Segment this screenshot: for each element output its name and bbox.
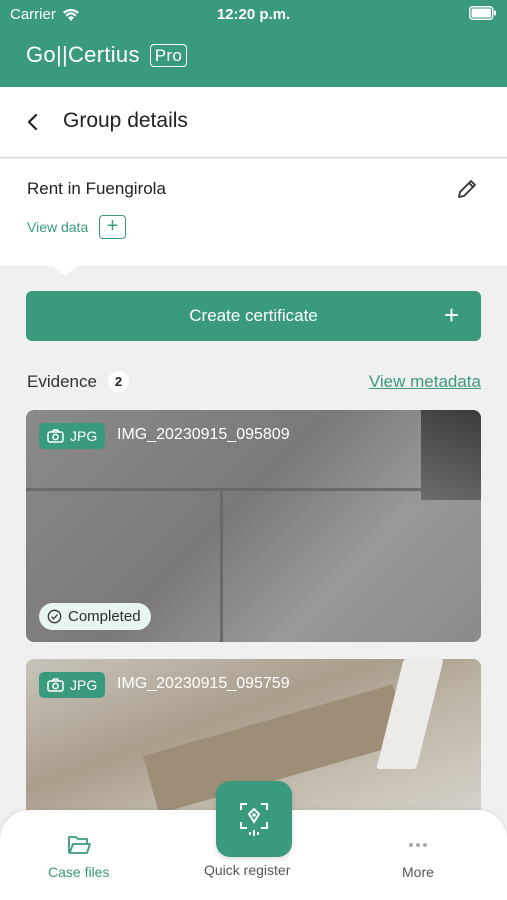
brand-name: Go||Certius <box>26 42 140 67</box>
page-header: Group details <box>0 87 507 158</box>
plus-icon: + <box>443 300 459 330</box>
check-circle-icon <box>47 609 62 624</box>
brand-logo: Go||Certius Pro <box>26 42 188 68</box>
more-dots-icon <box>408 843 427 847</box>
pro-badge: Pro <box>149 43 188 67</box>
battery-icon <box>469 6 497 24</box>
view-data-link[interactable]: View data <box>27 219 88 235</box>
file-type-tag: JPG <box>39 423 106 449</box>
evidence-filename: IMG_20230915_095759 <box>117 675 290 692</box>
status-time: 12:20 p.m. <box>216 6 291 23</box>
photo-texture <box>26 488 481 491</box>
quick-register-button[interactable] <box>216 781 292 857</box>
back-arrow-icon[interactable] <box>22 111 44 133</box>
tab-quick-register[interactable]: Quick register <box>204 862 290 878</box>
card-pointer <box>53 266 77 276</box>
folder-icon <box>67 836 91 854</box>
group-card: Rent in Fuengirola View data + <box>0 159 507 266</box>
page-title: Group details <box>63 109 188 132</box>
tab-more[interactable]: More <box>402 832 434 880</box>
tab-label: Case files <box>48 864 110 880</box>
camera-icon <box>47 678 64 692</box>
scan-register-icon <box>240 803 268 836</box>
file-type-tag: JPG <box>39 672 106 698</box>
tab-case-files[interactable]: Case files <box>48 832 109 880</box>
camera-icon <box>47 429 64 443</box>
evidence-card[interactable]: JPG IMG_20230915_095809 Completed <box>26 410 481 642</box>
file-type-label: JPG <box>70 677 98 693</box>
evidence-header: Evidence 2 View metadata <box>27 370 481 394</box>
expand-data-button[interactable]: + <box>99 215 126 239</box>
tab-label: Quick register <box>204 862 291 878</box>
group-name: Rent in Fuengirola <box>27 179 166 198</box>
evidence-label: Evidence <box>27 372 97 391</box>
status-label: Completed <box>68 608 141 625</box>
photo-texture <box>421 410 481 500</box>
status-bar: Carrier 12:20 p.m. <box>0 4 507 26</box>
photo-texture <box>220 488 223 642</box>
top-bar: Carrier 12:20 p.m. Go||Certius Pro <box>0 0 507 87</box>
create-certificate-label: Create certificate <box>189 306 318 325</box>
evidence-filename: IMG_20230915_095809 <box>117 426 290 443</box>
status-badge: Completed <box>39 603 151 630</box>
evidence-count-badge: 2 <box>108 371 129 392</box>
view-metadata-link[interactable]: View metadata <box>369 372 481 392</box>
edit-pencil-icon[interactable] <box>455 177 479 201</box>
tab-label: More <box>402 864 434 880</box>
create-certificate-button[interactable]: Create certificate + <box>26 291 481 341</box>
file-type-label: JPG <box>70 428 98 444</box>
